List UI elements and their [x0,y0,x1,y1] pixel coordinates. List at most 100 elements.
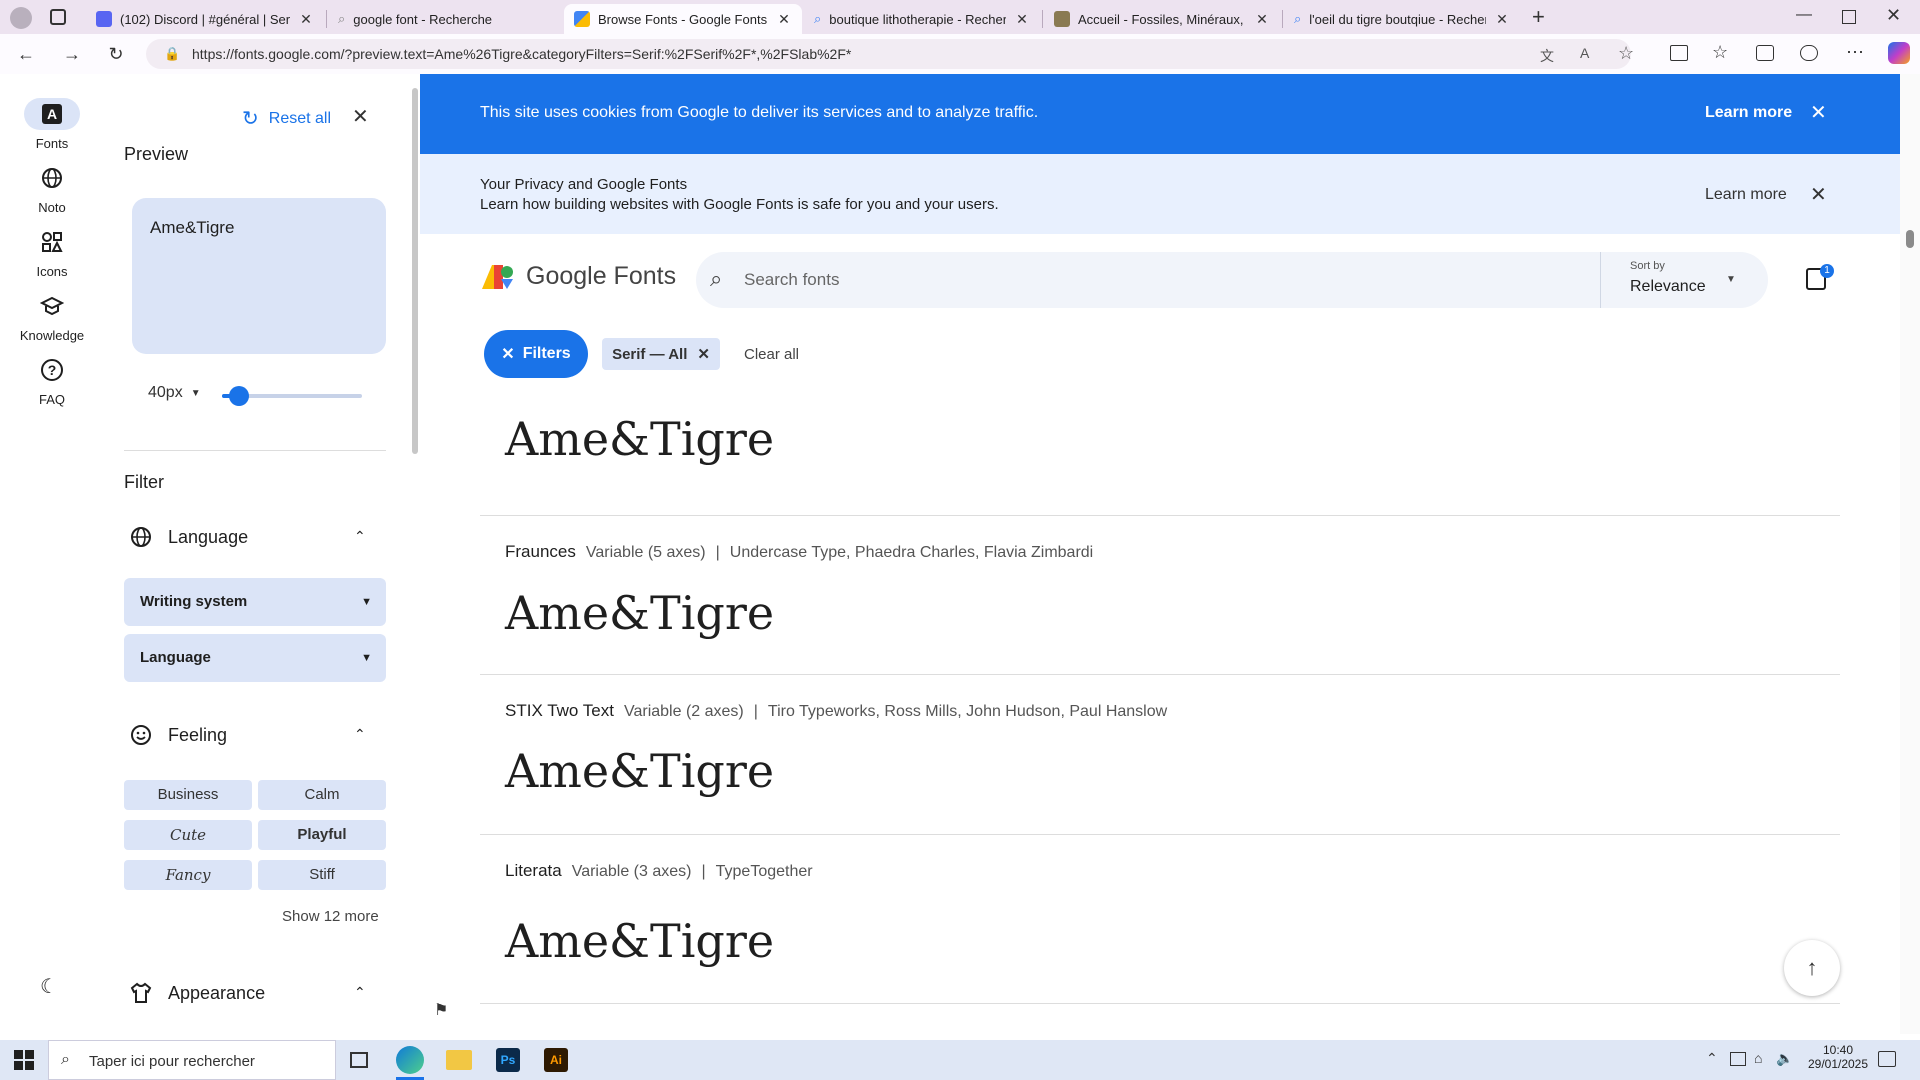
font-name[interactable]: STIX Two Text [505,701,614,721]
feeling-chip-fancy[interactable]: Fancy [124,860,252,890]
close-panel-icon[interactable]: ✕ [352,104,369,129]
caret-down-icon[interactable]: ▼ [1726,274,1736,285]
refresh-icon[interactable]: ↻ [104,42,128,66]
split-screen-icon[interactable] [1670,45,1688,61]
font-card-meta[interactable]: STIX Two Text Variable (2 axes) | Tiro T… [505,701,1167,721]
font-name[interactable]: Fraunces [505,542,576,562]
collections-icon[interactable] [1756,45,1774,61]
notifications-icon[interactable] [1878,1051,1896,1067]
scroll-to-top-button[interactable]: ↑ [1784,940,1840,996]
edge-icon[interactable] [396,1046,424,1074]
feedback-icon[interactable]: ⚑ [434,1000,448,1020]
clear-all-button[interactable]: Clear all [744,346,799,363]
windows-start-icon[interactable] [14,1050,34,1070]
url-field[interactable]: 🔒 https://fonts.google.com/?preview.text… [146,39,1631,69]
favorite-star-icon[interactable]: ☆ [1618,43,1634,64]
cookie-learn-more-link[interactable]: Learn more [1705,104,1792,122]
close-tab-icon[interactable]: ✕ [1494,11,1510,27]
tab-google-fonts[interactable]: Browse Fonts - Google Fonts ✕ [564,4,802,34]
tab-fossiles[interactable]: Accueil - Fossiles, Minéraux, Litho ✕ [1044,4,1280,34]
forward-icon[interactable]: → [60,42,84,66]
feeling-chip-stiff[interactable]: Stiff [258,860,386,890]
tab-google-search[interactable]: ⌕ google font - Recherche [328,4,562,34]
tab-oeil-tigre-search[interactable]: ⌕ l'oeil du tigre boutqiue - Recherche ✕ [1284,4,1520,34]
filter-heading: Filter [124,472,164,492]
volume-icon[interactable]: 🔈 [1776,1050,1793,1067]
preview-text-input[interactable]: Ame&Tigre [132,198,386,354]
font-size-select[interactable]: 40px ▼ [148,384,201,402]
minimize-icon[interactable]: — [1796,6,1812,24]
font-sample-text[interactable]: Ame&Tigre [505,586,774,640]
search-input[interactable]: Search fonts [744,270,839,290]
close-tab-icon[interactable]: ✕ [776,11,792,27]
network-icon[interactable]: ⌂ [1754,1050,1762,1066]
close-tab-icon[interactable]: ✕ [298,11,314,27]
remove-filter-icon[interactable]: ✕ [697,345,710,363]
font-name[interactable]: Literata [505,861,562,881]
feeling-chip-cute[interactable]: Cute [124,820,252,850]
rail-item-noto[interactable]: Noto [0,162,104,215]
rail-item-faq[interactable]: ? FAQ [0,354,104,407]
reset-all-button[interactable]: ↻ Reset all [242,106,331,131]
tab-boutique-search[interactable]: ⌕ boutique lithotherapie - Recherche ✕ [804,4,1040,34]
language-dropdown[interactable]: Language ▼ [124,634,386,682]
more-menu-icon[interactable]: ⋯ [1846,42,1864,63]
sort-select[interactable]: Relevance [1630,278,1706,296]
file-explorer-icon[interactable] [446,1050,472,1070]
chevron-up-icon[interactable]: ⌃ [354,984,366,1001]
new-tab-icon[interactable]: + [1532,4,1545,30]
close-tab-icon[interactable]: ✕ [1254,11,1270,27]
appearance-section-header[interactable]: Appearance [130,982,265,1004]
dark-mode-icon[interactable]: ☾ [40,974,58,999]
font-sample-text[interactable]: Ame&Tigre [505,412,774,466]
read-aloud-icon[interactable]: A [1580,45,1589,61]
tab-discord[interactable]: (102) Discord | #général | Serveur ✕ [86,4,324,34]
font-sample-text[interactable]: Ame&Tigre [505,914,774,968]
active-filter-chip[interactable]: Serif — All ✕ [602,338,720,370]
profile-avatar[interactable] [10,7,32,29]
back-icon[interactable]: ← [14,42,38,66]
tab-actions-icon[interactable] [50,9,66,25]
font-card-meta[interactable]: Literata Variable (3 axes) | TypeTogethe… [505,861,813,881]
search-bar[interactable]: ⌕ Search fonts Sort by Relevance ▼ [696,252,1768,308]
close-window-icon[interactable]: ✕ [1886,5,1901,26]
rail-item-fonts[interactable]: A Fonts [0,98,104,151]
close-cookie-icon[interactable]: ✕ [1810,100,1827,125]
filters-button[interactable]: ✕ Filters [484,330,588,378]
font-card-meta[interactable]: Fraunces Variable (5 axes) | Undercase T… [505,542,1093,562]
font-sample-text[interactable]: Ame&Tigre [505,744,774,798]
privacy-learn-more-link[interactable]: Learn more [1705,186,1787,204]
photoshop-icon[interactable]: Ps [496,1048,520,1072]
page-scrollbar[interactable] [1900,74,1920,1034]
chevron-up-icon[interactable]: ⌃ [354,528,366,545]
tray-app-icon[interactable] [1730,1052,1746,1066]
font-axes: Variable (2 axes) [623,703,744,720]
close-privacy-icon[interactable]: ✕ [1810,182,1827,207]
favorites-icon[interactable]: ☆ [1712,42,1728,63]
font-size-slider[interactable] [222,386,362,406]
language-section-header[interactable]: Language [130,526,248,548]
feeling-section-header[interactable]: Feeling [130,724,227,746]
chevron-up-icon[interactable]: ⌃ [354,726,366,743]
writing-system-dropdown[interactable]: Writing system ▼ [124,578,386,626]
clock[interactable]: 10:40 29/01/2025 [1806,1043,1870,1071]
rail-item-knowledge[interactable]: Knowledge [0,290,104,343]
feeling-chip-calm[interactable]: Calm [258,780,386,810]
translate-icon[interactable]: 文 [1540,46,1554,66]
close-tab-icon[interactable]: ✕ [1014,11,1030,27]
copilot-icon[interactable] [1888,42,1910,64]
rail-item-icons[interactable]: Icons [0,226,104,279]
browser-essentials-icon[interactable] [1800,45,1818,61]
panel-scrollbar[interactable] [412,88,418,454]
slider-handle[interactable] [229,386,250,406]
tray-chevron-icon[interactable]: ⌃ [1706,1050,1718,1067]
taskbar-search-box[interactable]: ⌕ Taper ici pour rechercher [48,1040,336,1080]
task-view-icon[interactable] [350,1052,368,1068]
feeling-chip-playful[interactable]: Playful [258,820,386,850]
scrollbar-thumb[interactable] [1906,230,1914,248]
google-fonts-logo[interactable]: Google Fonts [480,262,676,291]
restore-icon[interactable] [1842,10,1856,24]
feeling-chip-business[interactable]: Business [124,780,252,810]
illustrator-icon[interactable]: Ai [544,1048,568,1072]
show-more-button[interactable]: Show 12 more [282,908,379,925]
